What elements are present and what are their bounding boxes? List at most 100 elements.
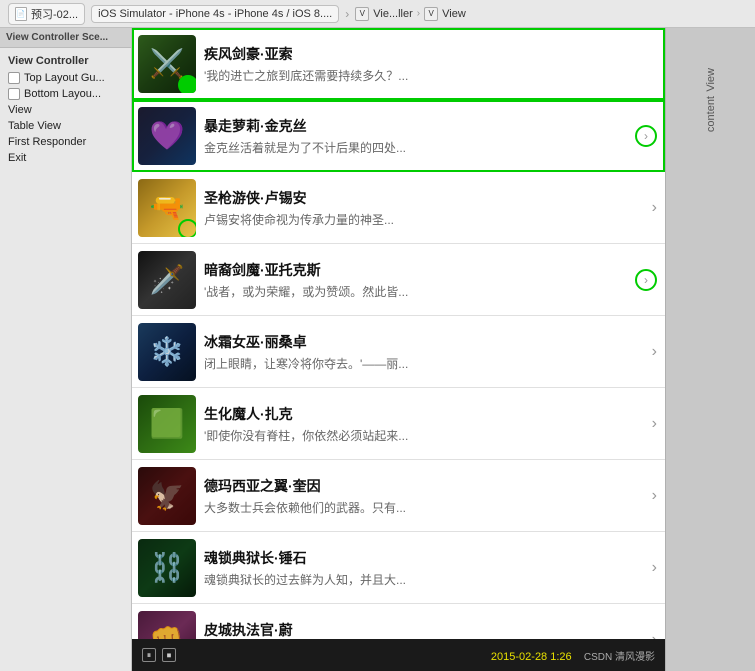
left-item-view[interactable]: View	[0, 102, 131, 118]
chevron-icon: ›	[652, 559, 657, 577]
avatar-thresh: ⛓️	[138, 539, 196, 597]
table-row[interactable]: ⛓️ 魂锁典狱长·锤石 魂锁典狱长的过去鲜为人知，并且大... ›	[132, 532, 665, 604]
table-row[interactable]: ❄️ 冰霜女巫·丽桑卓 闭上眼睛，让寒冷将你夺去。'——丽... ›	[132, 316, 665, 388]
breadcrumb-part1: Vie...ller	[373, 8, 413, 20]
view-label: View	[8, 104, 32, 116]
stop-button[interactable]: ⏹	[162, 648, 176, 662]
breadcrumb-arrow: ›	[417, 8, 420, 19]
exit-label: Exit	[8, 152, 26, 164]
champion-subtitle: 金克丝活着就是为了不计后果的四处...	[204, 139, 627, 156]
left-item-top-layout[interactable]: Top Layout Gu...	[0, 70, 131, 86]
first-responder-label: First Responder	[8, 136, 86, 148]
green-indicator	[178, 75, 196, 93]
row-content: 生化魔人·扎克 '即使你没有脊柱，你依然必须站起来...	[204, 404, 644, 444]
bottom-bar: ⏸ ⏹ 2015-02-28 1:26 CSDN 清风漫影	[132, 639, 665, 671]
file-tab[interactable]: 📄 预习-02...	[8, 3, 85, 25]
table-row[interactable]: 💜 暴走萝莉·金克丝 金克丝活着就是为了不计后果的四处... ›	[132, 100, 665, 172]
breadcrumb-icon-1: V	[355, 7, 369, 21]
avatar-zac: 🟩	[138, 395, 196, 453]
champion-subtitle: 大多数士兵会依赖他们的武器。只有...	[204, 499, 644, 516]
champion-name: 暴走萝莉·金克丝	[204, 116, 627, 136]
row-content: 德玛西亚之翼·奎因 大多数士兵会依赖他们的武器。只有...	[204, 476, 644, 516]
file-tab-label: 预习-02...	[31, 6, 78, 22]
avatar-icon: ❄️	[150, 335, 185, 368]
checkbox-bottom-layout[interactable]	[8, 88, 20, 100]
bottom-layout-label: Bottom Layou...	[24, 88, 101, 100]
table-row[interactable]: 🗡️ 暗裔剑魔·亚托克斯 '战者，或为荣耀，或为赞颂。然此皆... ›	[132, 244, 665, 316]
green-indicator	[178, 219, 196, 237]
champion-subtitle: '我的进亡之旅到底还需要持续多久？...	[204, 67, 657, 84]
row-content: 暗裔剑魔·亚托克斯 '战者，或为荣耀，或为赞颂。然此皆...	[204, 260, 627, 300]
left-item-bottom-layout[interactable]: Bottom Layou...	[0, 86, 131, 102]
doc-icon: 📄	[15, 7, 27, 21]
champion-subtitle: 卢锡安将使命视为传承力量的神圣...	[204, 211, 644, 228]
avatar-icon: 🔫	[150, 191, 185, 224]
champion-name: 魂锁典狱长·锤石	[204, 548, 644, 568]
left-item-exit[interactable]: Exit	[0, 150, 131, 166]
table-view-label: Table View	[8, 120, 61, 132]
watermark-label: CSDN 清风漫影	[584, 652, 655, 663]
champion-name: 圣枪游侠·卢锡安	[204, 188, 644, 208]
bottom-bar-left: ⏸ ⏹	[142, 648, 176, 662]
right-panel-content-label: content	[705, 96, 717, 132]
row-content: 暴走萝莉·金克丝 金克丝活着就是为了不计后果的四处...	[204, 116, 627, 156]
simulator-tab-label: iOS Simulator - iPhone 4s - iPhone 4s / …	[98, 8, 332, 20]
left-panel: View Controller Sce... View Controller T…	[0, 28, 132, 671]
champion-subtitle: '即使你没有脊柱，你依然必须站起来...	[204, 427, 644, 444]
champion-subtitle: '战者，或为荣耀，或为赞颂。然此皆...	[204, 283, 627, 300]
left-item-table-view[interactable]: Table View	[0, 118, 131, 134]
left-panel-section: View Controller Top Layout Gu... Bottom …	[0, 48, 131, 170]
pause-button[interactable]: ⏸	[142, 648, 156, 662]
champion-name: 德玛西亚之翼·奎因	[204, 476, 644, 496]
avatar-demacius: 🦅	[138, 467, 196, 525]
champion-subtitle: 魂锁典狱长的过去鲜为人知，并且大...	[204, 571, 644, 588]
chevron-icon: ›	[652, 415, 657, 433]
champion-name: 冰霜女巫·丽桑卓	[204, 332, 644, 352]
row-content: 疾风剑豪·亚索 '我的进亡之旅到底还需要持续多久？...	[204, 44, 657, 84]
row-content: 圣枪游侠·卢锡安 卢锡安将使命视为传承力量的神圣...	[204, 188, 644, 228]
champion-name: 暗裔剑魔·亚托克斯	[204, 260, 627, 280]
checkbox-top-layout[interactable]	[8, 72, 20, 84]
table-view: ⚔️ 疾风剑豪·亚索 '我的进亡之旅到底还需要持续多久？... 💜 暴走萝莉·金…	[132, 28, 665, 671]
avatar-icon: ⛓️	[150, 551, 185, 584]
chevron-green-icon: ›	[635, 269, 657, 291]
top-bar: 📄 预习-02... iOS Simulator - iPhone 4s - i…	[0, 0, 755, 28]
avatar-lissandra: ❄️	[138, 323, 196, 381]
breadcrumb-part2: View	[442, 8, 466, 20]
top-layout-label: Top Layout Gu...	[24, 72, 105, 84]
table-row[interactable]: 🟩 生化魔人·扎克 '即使你没有脊柱，你依然必须站起来... ›	[132, 388, 665, 460]
bottom-bar-status: 2015-02-28 1:26 CSDN 清风漫影	[491, 648, 655, 663]
left-item-first-responder[interactable]: First Responder	[0, 134, 131, 150]
main-layout: View Controller Sce... View Controller T…	[0, 28, 755, 671]
chevron-icon: ›	[635, 125, 657, 147]
breadcrumb-separator: ›	[345, 7, 349, 21]
avatar-mordekaiser: ⚔️	[138, 35, 196, 93]
play-pause-controls[interactable]: ⏸ ⏹	[142, 648, 176, 662]
row-content: 魂锁典狱长·锤石 魂锁典狱长的过去鲜为人知，并且大...	[204, 548, 644, 588]
champion-subtitle: 闭上眼睛，让寒冷将你夺去。'——丽...	[204, 355, 644, 372]
avatar-lux: 🔫	[138, 179, 196, 237]
champion-name: 生化魔人·扎克	[204, 404, 644, 424]
avatar-icon: ⚔️	[150, 47, 185, 80]
avatar-zed: 🗡️	[138, 251, 196, 309]
champion-name: 皮城执法官·蔚	[204, 620, 644, 640]
avatar-icon: 🦅	[150, 479, 185, 512]
status-date: 2015-02-28 1:26	[491, 651, 572, 663]
chevron-icon: ›	[652, 487, 657, 505]
simulator-tab[interactable]: iOS Simulator - iPhone 4s - iPhone 4s / …	[91, 5, 339, 23]
table-row[interactable]: 🔫 圣枪游侠·卢锡安 卢锡安将使命视为传承力量的神圣... ›	[132, 172, 665, 244]
right-panel-view-label: View	[705, 68, 717, 92]
table-row[interactable]: ⚔️ 疾风剑豪·亚索 '我的进亡之旅到底还需要持续多久？...	[132, 28, 665, 100]
table-row[interactable]: 🦅 德玛西亚之翼·奎因 大多数士兵会依赖他们的武器。只有... ›	[132, 460, 665, 532]
right-panel: View content	[665, 28, 755, 671]
breadcrumb: V Vie...ller › V View	[355, 7, 466, 21]
avatar-icon: 🟩	[150, 407, 185, 440]
view-controller-label: View Controller	[0, 52, 131, 70]
center-panel: ⚔️ 疾风剑豪·亚索 '我的进亡之旅到底还需要持续多久？... 💜 暴走萝莉·金…	[132, 28, 665, 671]
breadcrumb-icon-2: V	[424, 7, 438, 21]
avatar-vayne: 💜	[138, 107, 196, 165]
left-panel-header: View Controller Sce...	[0, 28, 131, 48]
avatar-icon: 🗡️	[150, 263, 185, 296]
avatar-icon: 💜	[150, 119, 185, 152]
chevron-icon: ›	[652, 343, 657, 361]
